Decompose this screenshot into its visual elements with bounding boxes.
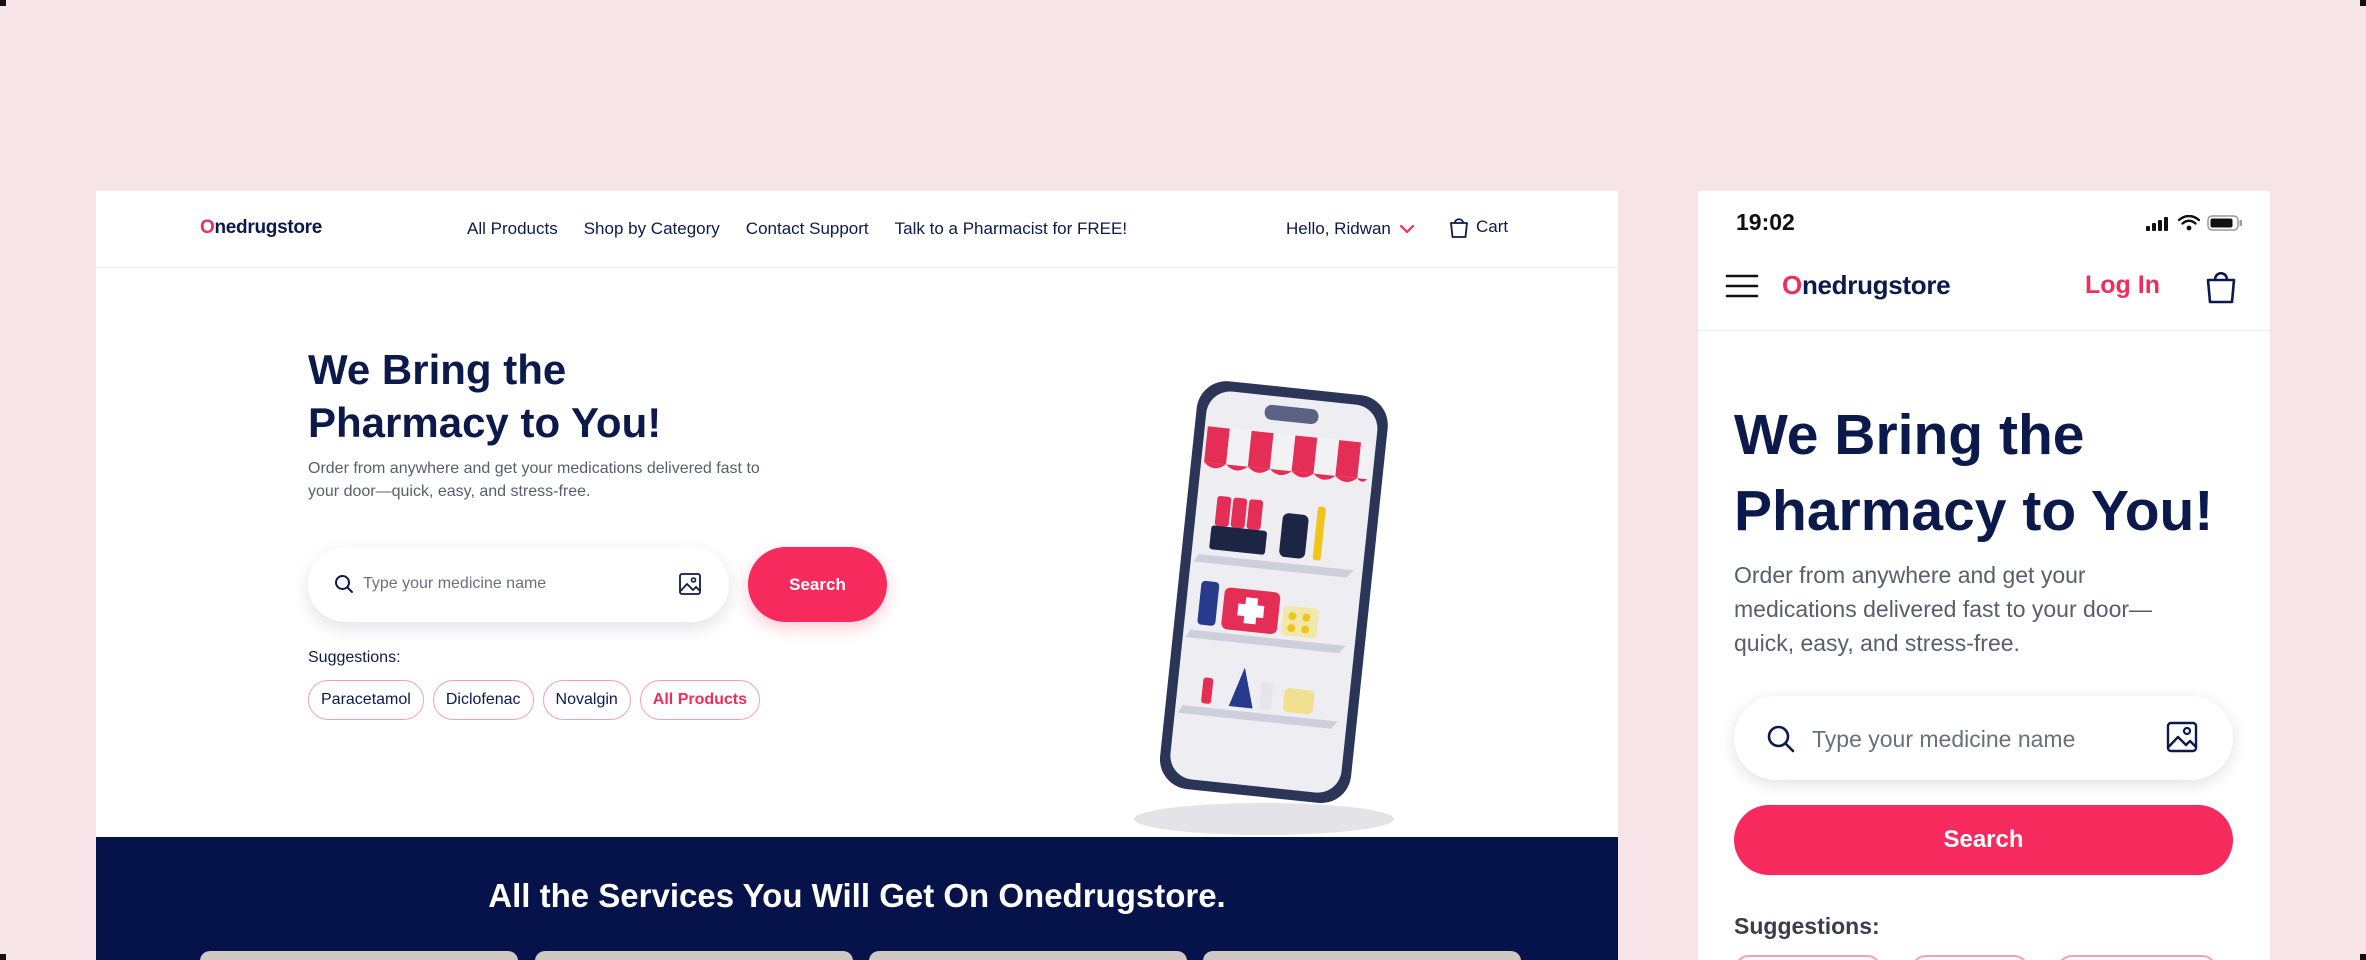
- frame-corner: [0, 954, 6, 960]
- hero-title: We Bring the Pharmacy to You!: [1734, 403, 2214, 543]
- search-button[interactable]: Search: [1734, 805, 2233, 875]
- nav-link-shop-by-category[interactable]: Shop by Category: [584, 219, 720, 239]
- suggestion-chip-novalgin[interactable]: Novalgin: [542, 680, 631, 720]
- search-input[interactable]: [363, 569, 663, 599]
- services-title: All the Services You Will Get On Onedrug…: [488, 877, 1226, 914]
- suggestion-chip[interactable]: [2057, 955, 2217, 960]
- logo[interactable]: Onedrugstore: [1782, 270, 1951, 301]
- logo-text: nedrugstore: [214, 217, 323, 238]
- user-greeting: Hello, Ridwan: [1286, 219, 1391, 238]
- desktop-frame: Onedrugstore All Products Shop by Catego…: [96, 191, 1618, 960]
- search-input[interactable]: [1812, 722, 2142, 756]
- frame-corner: [0, 0, 6, 6]
- nav-link-all-products[interactable]: All Products: [467, 219, 558, 239]
- suggestions-label: Suggestions:: [1734, 913, 1880, 939]
- search-bar: [1734, 696, 2233, 780]
- cart-icon: [1450, 218, 1468, 238]
- suggestion-chips: Paracetamol Diclofenac Novalgin All Prod…: [308, 680, 761, 720]
- cart-label: Cart: [1476, 217, 1509, 236]
- logo-text: nedrugstore: [1801, 270, 1951, 300]
- service-card[interactable]: [200, 951, 518, 960]
- logo-mark: O: [1782, 270, 1802, 300]
- cart-button[interactable]: Cart: [1448, 215, 1508, 239]
- search-icon: [1767, 725, 1795, 753]
- search-icon: [335, 575, 353, 593]
- image-upload-icon[interactable]: [2165, 720, 2199, 754]
- login-button[interactable]: Log In: [2085, 271, 2160, 300]
- hero-subtitle: Order from anywhere and get your medicat…: [308, 460, 760, 500]
- wifi-icon: [2178, 215, 2200, 231]
- pharmacy-phone-illustration: [1134, 381, 1394, 835]
- suggestions-label: Suggestions:: [308, 649, 401, 666]
- signal-icon: [2146, 217, 2168, 231]
- service-card[interactable]: [869, 951, 1187, 960]
- chevron-down-icon: [1399, 224, 1414, 234]
- suggestion-chip-paracetamol[interactable]: Paracetamol: [308, 680, 424, 720]
- service-card[interactable]: [535, 951, 853, 960]
- logo[interactable]: Onedrugstore: [200, 217, 322, 239]
- menu-icon[interactable]: [1725, 273, 1759, 299]
- logo-mark: O: [200, 217, 215, 238]
- search-button[interactable]: Search: [748, 547, 887, 622]
- suggestion-chip-all-products[interactable]: All Products: [639, 680, 761, 720]
- status-icons: [2145, 215, 2243, 231]
- frame-corner: [2360, 0, 2366, 6]
- nav-link-talk-to-pharmacist[interactable]: Talk to a Pharmacist for FREE!: [895, 219, 1127, 239]
- nav-link-contact-support[interactable]: Contact Support: [746, 219, 869, 239]
- image-upload-icon[interactable]: [678, 572, 702, 596]
- search-bar: [308, 547, 729, 622]
- frame-corner: [2360, 954, 2366, 960]
- desktop-header: Onedrugstore All Products Shop by Catego…: [96, 191, 1618, 268]
- service-card[interactable]: [1203, 951, 1521, 960]
- user-menu[interactable]: Hello, Ridwan: [1286, 219, 1415, 239]
- main-nav: All Products Shop by Category Contact Su…: [467, 219, 1127, 239]
- suggestion-chip[interactable]: [1911, 955, 2029, 960]
- battery-icon: [2207, 215, 2242, 231]
- shopping-bag-icon[interactable]: [2204, 267, 2238, 305]
- hero-title: We Bring the Pharmacy to You!: [308, 346, 662, 446]
- mobile-header: Onedrugstore Log In: [1698, 253, 2270, 331]
- mobile-frame: 19:02 Onedrugstore Log In We Bring the P…: [1698, 191, 2270, 960]
- suggestion-chip[interactable]: [1734, 955, 1882, 960]
- suggestion-chip-diclofenac[interactable]: Diclofenac: [432, 680, 534, 720]
- services-section: All the Services You Will Get On Onedrug…: [96, 837, 1618, 960]
- status-time: 19:02: [1736, 209, 1795, 235]
- hero-subtitle: Order from anywhere and get your medicat…: [1734, 562, 2153, 656]
